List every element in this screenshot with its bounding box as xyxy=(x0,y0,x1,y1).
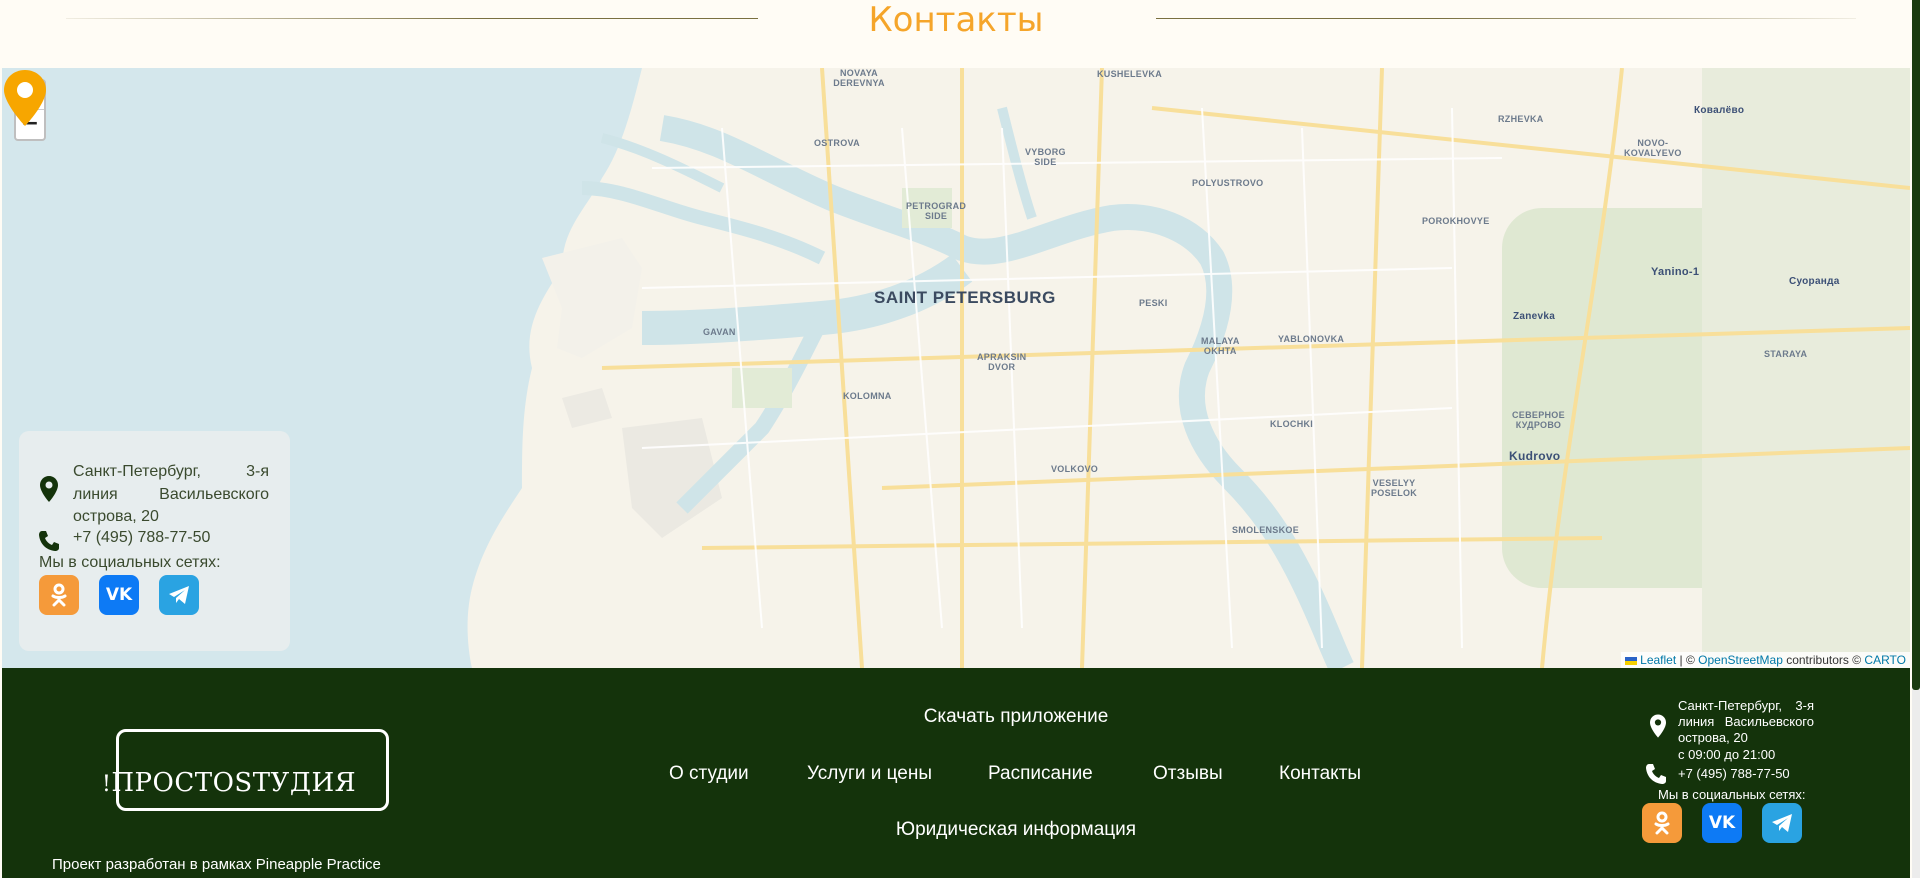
footer-odnoklassniki-icon xyxy=(1654,811,1670,835)
vk-icon: VK xyxy=(105,585,133,605)
map-label-yablonovka: YABLONOVKA xyxy=(1278,334,1345,344)
telegram-button[interactable] xyxy=(159,575,199,615)
map-label-novaya: NOVAYA DEREVNYA xyxy=(833,68,885,88)
footer-phone[interactable]: +7 (495) 788-77-50 xyxy=(1678,766,1790,781)
map-label-severnoe: СЕВЕРНОЕ КУДРОВО xyxy=(1512,410,1565,430)
map-label-novokovalevo: NOVO- KOVALYEVO xyxy=(1624,138,1682,158)
map-label-polyustrovo: POLYUSTROVO xyxy=(1192,178,1264,188)
footer-vk-button[interactable]: VK xyxy=(1702,803,1742,843)
attribution-contrib: contributors © xyxy=(1782,653,1865,667)
map-label-petrograd: PETROGRAD SIDE xyxy=(906,201,967,221)
map-label-kolomna: KOLOMNA xyxy=(843,391,892,401)
map-pin-icon[interactable] xyxy=(2,68,48,128)
osm-link[interactable]: OpenStreetMap xyxy=(1698,653,1783,667)
footer-hours: с 09:00 до 21:00 xyxy=(1678,747,1776,762)
section-title: Контакты xyxy=(868,0,1044,40)
nav-reviews[interactable]: Отзывы xyxy=(1153,763,1223,785)
page-scrollbar-thumb[interactable] xyxy=(1912,0,1920,690)
map-label-veselyy: VESELYY POSELOK xyxy=(1371,478,1418,498)
map-attribution: Leaflet | © OpenStreetMap contributors ©… xyxy=(1620,652,1910,668)
ukraine-flag-icon xyxy=(1624,656,1637,665)
download-app-link[interactable]: Скачать приложение xyxy=(2,706,1920,728)
footer-phone-icon xyxy=(1646,764,1666,784)
odnoklassniki-icon xyxy=(51,583,67,607)
map-label-vyborg: VYBORG SIDE xyxy=(1025,147,1066,167)
contact-phone[interactable]: +7 (495) 788-77-50 xyxy=(73,529,210,547)
logo[interactable]: !ПРОСТОSТУДИЯ xyxy=(102,768,356,798)
nav-contacts[interactable]: Контакты xyxy=(1279,763,1361,785)
contact-card: Санкт-Петербург, 3-я линия Васильевского… xyxy=(19,431,290,651)
legal-info-link[interactable]: Юридическая информация xyxy=(2,819,1920,841)
contacts-header: Контакты xyxy=(0,0,1912,68)
footer-vk-icon: VK xyxy=(1708,813,1736,833)
credit-text: Проект разработан в рамках Pineapple Pra… xyxy=(52,856,381,873)
footer-address: Санкт-Петербург, 3-я линия Васильевского… xyxy=(1678,698,1814,745)
map-label-smolenskoe: SMOLENSKOE xyxy=(1232,525,1300,535)
footer-location-icon xyxy=(1650,714,1666,738)
map-label-apraksin: APRAKSIN DVOR xyxy=(977,352,1027,372)
map-label-volkovo: VOLKOVO xyxy=(1051,464,1099,474)
map-label-kushelevka: KUSHELEVKA xyxy=(1097,69,1163,79)
nav-services[interactable]: Услуги и цены xyxy=(807,763,932,785)
map-label-kudrovo: Kudrovo xyxy=(1509,449,1561,463)
odnoklassniki-button[interactable] xyxy=(39,575,79,615)
map-label-zanevka: Zanevka xyxy=(1513,311,1556,322)
attribution-sep: | © xyxy=(1676,653,1699,667)
leaflet-link[interactable]: Leaflet xyxy=(1640,653,1676,667)
nav-schedule[interactable]: Расписание xyxy=(988,763,1093,785)
carto-link[interactable]: CARTO xyxy=(1864,653,1906,667)
phone-icon xyxy=(39,531,59,551)
map-label-peski: PESKI xyxy=(1139,298,1168,308)
map-label-suoranda: Суоранда xyxy=(1789,276,1840,287)
map-label-porokhovye: POROKHOVYE xyxy=(1422,216,1490,226)
telegram-icon xyxy=(169,586,189,604)
logo-text: ПРОСТОSТУДИЯ xyxy=(111,768,357,798)
map-label-rzhevka: RZHEVKA xyxy=(1498,114,1544,124)
footer: !ПРОСТОSТУДИЯ Проект разработан в рамках… xyxy=(2,668,1910,878)
map-label-city: SAINT PETERSBURG xyxy=(874,288,1056,307)
header-divider-right xyxy=(1156,18,1856,19)
footer-odnoklassniki-button[interactable] xyxy=(1642,803,1682,843)
footer-telegram-button[interactable] xyxy=(1762,803,1802,843)
location-icon xyxy=(40,476,58,502)
logo-marker-icon: ! xyxy=(102,772,112,797)
map-label-malaya: MALAYA OKHTA xyxy=(1201,336,1240,356)
map-label-klochki: KLOCHKI xyxy=(1270,419,1314,429)
footer-social-title: Мы в социальных сетях: xyxy=(1658,787,1806,802)
map-label-staraya: STARAYA xyxy=(1764,349,1808,359)
map-label-gavan: GAVAN xyxy=(703,327,736,337)
vk-button[interactable]: VK xyxy=(99,575,139,615)
map-label-yanino: Yanino-1 xyxy=(1651,266,1700,278)
contact-address: Санкт-Петербург, 3-я линия Васильевского… xyxy=(73,463,269,525)
map-label-ostrova: OSTROVA xyxy=(814,138,860,148)
nav-about[interactable]: О студии xyxy=(669,763,749,785)
footer-telegram-icon xyxy=(1772,814,1792,832)
social-title: Мы в социальных сетях: xyxy=(39,554,221,571)
map-label-kovalevo: Ковалёво xyxy=(1694,105,1745,116)
